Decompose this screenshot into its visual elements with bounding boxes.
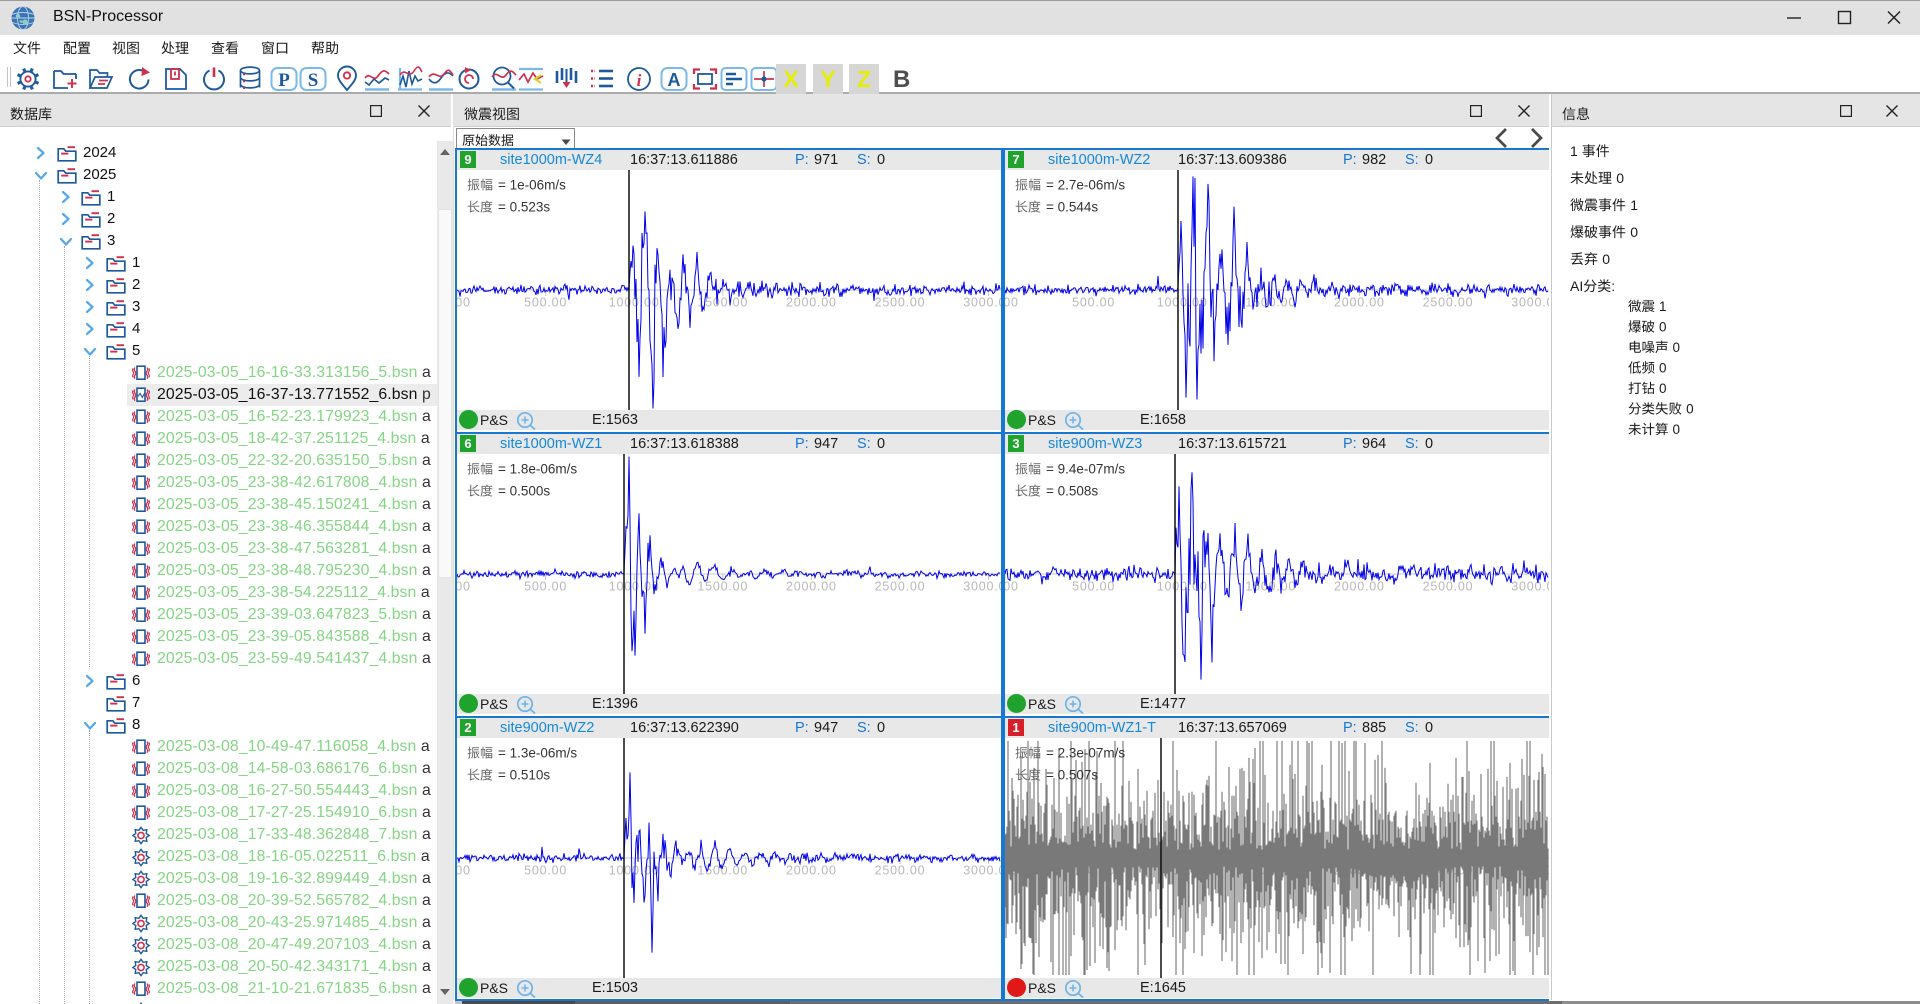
svg-text::: :: [1611, 278, 1615, 294]
svg-text:= 1e-06m/s: = 1e-06m/s: [498, 178, 566, 193]
svg-text:0: 0: [1616, 170, 1624, 186]
svg-text:2500.00: 2500.00: [875, 579, 926, 593]
svg-text:= 0.544s: = 0.544s: [1046, 200, 1098, 215]
svg-text:0: 0: [1659, 320, 1667, 335]
svg-text:0.00: 0.00: [457, 863, 471, 877]
svg-text:0: 0: [1673, 422, 1681, 437]
svg-text:= 0.523s: = 0.523s: [498, 200, 550, 215]
svg-text:0.00: 0.00: [457, 579, 471, 593]
svg-text:0: 0: [1659, 361, 1667, 376]
svg-text:0: 0: [1686, 402, 1694, 417]
svg-text:= 1.3e-06m/s: = 1.3e-06m/s: [498, 746, 577, 761]
svg-text:0: 0: [1673, 340, 1681, 355]
svg-text:1: 1: [1659, 299, 1667, 314]
svg-text:= 0.507s: = 0.507s: [1046, 768, 1098, 783]
svg-text:= 2.3e-07m/s: = 2.3e-07m/s: [1046, 746, 1125, 761]
svg-text:500.00: 500.00: [524, 863, 567, 877]
svg-text:3000.00: 3000.00: [963, 863, 1001, 877]
svg-text:3000.00: 3000.00: [963, 579, 1001, 593]
svg-text:= 0.500s: = 0.500s: [498, 484, 550, 499]
svg-text:S: S: [308, 70, 319, 91]
svg-text:0.00: 0.00: [457, 295, 471, 309]
svg-text:= 1.8e-06m/s: = 1.8e-06m/s: [498, 462, 577, 477]
svg-text:500.00: 500.00: [1072, 295, 1115, 309]
svg-text:3000.00: 3000.00: [1511, 295, 1549, 309]
svg-text:1000.00: 1000.00: [609, 579, 660, 593]
svg-text:= 2.7e-06m/s: = 2.7e-06m/s: [1046, 178, 1125, 193]
svg-text:2500.00: 2500.00: [875, 295, 926, 309]
svg-text:1: 1: [1570, 143, 1578, 159]
svg-text:2000.00: 2000.00: [786, 295, 837, 309]
svg-text:= 0.508s: = 0.508s: [1046, 484, 1098, 499]
svg-text:3000.00: 3000.00: [1511, 579, 1549, 593]
svg-text:0.00: 0.00: [1005, 579, 1019, 593]
svg-text:3000.00: 3000.00: [963, 295, 1001, 309]
svg-text:500.00: 500.00: [524, 579, 567, 593]
svg-text:2500.00: 2500.00: [875, 863, 926, 877]
svg-text:2000.00: 2000.00: [786, 579, 837, 593]
svg-text:AI: AI: [1570, 278, 1583, 294]
svg-text:2000.00: 2000.00: [786, 863, 837, 877]
svg-text:A: A: [668, 70, 681, 90]
svg-text:1: 1: [1630, 197, 1638, 213]
svg-text:1000.00: 1000.00: [1157, 579, 1208, 593]
svg-text:= 0.510s: = 0.510s: [498, 768, 550, 783]
svg-text:0: 0: [1602, 251, 1610, 267]
svg-text:1000.00: 1000.00: [609, 295, 660, 309]
svg-text:0: 0: [1630, 224, 1638, 240]
svg-text:2500.00: 2500.00: [1423, 579, 1474, 593]
svg-text:2000.00: 2000.00: [1334, 579, 1385, 593]
svg-text:500.00: 500.00: [1072, 579, 1115, 593]
svg-text:500.00: 500.00: [524, 295, 567, 309]
svg-text:0.00: 0.00: [1005, 295, 1019, 309]
svg-text:2000.00: 2000.00: [1334, 295, 1385, 309]
svg-text:P: P: [278, 70, 290, 91]
svg-text:1000.00: 1000.00: [609, 863, 660, 877]
svg-text:2500.00: 2500.00: [1423, 295, 1474, 309]
svg-text:0: 0: [1659, 381, 1667, 396]
svg-text:= 9.4e-07m/s: = 9.4e-07m/s: [1046, 462, 1125, 477]
svg-text:i: i: [637, 71, 642, 90]
